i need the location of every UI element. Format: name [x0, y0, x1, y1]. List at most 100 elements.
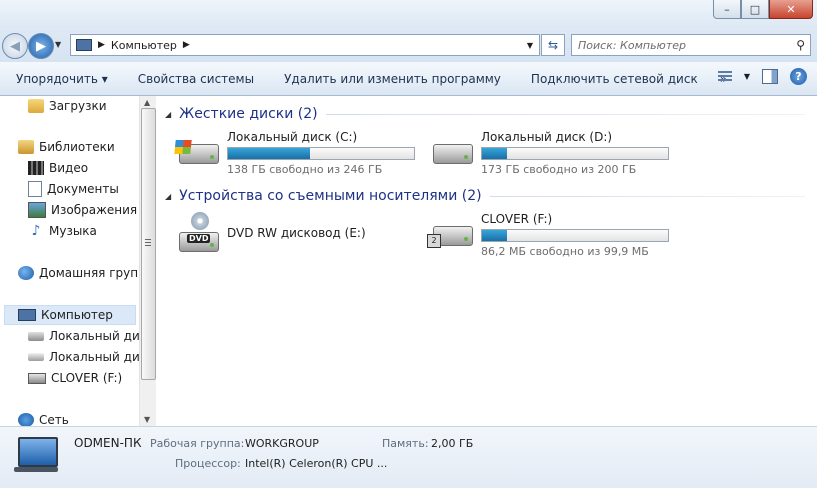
sidebar-item-label: Документы [47, 182, 119, 196]
recent-pages-dropdown[interactable]: ▼ [55, 40, 61, 49]
drive-usage-fill [228, 148, 310, 159]
map-network-drive-button[interactable]: Подключить сетевой диск [531, 72, 698, 86]
drive-usage-fill [482, 230, 508, 241]
network-icon [18, 413, 34, 427]
drive-item-c[interactable]: Локальный диск (C:) 138 ГБ свободно из 2… [173, 130, 415, 176]
breadcrumb-computer[interactable]: Компьютер [111, 39, 177, 52]
title-bar: – □ ✕ [0, 0, 817, 28]
documents-icon [28, 181, 42, 197]
sidebar-item-label: Компьютер [41, 308, 113, 322]
group-header-removable[interactable]: ◢ Устройства со съемными носителями (2) [165, 188, 805, 204]
sidebar-item-label: Локальный диск [49, 350, 154, 364]
grip-icon [145, 239, 151, 247]
sidebar-item-computer[interactable]: Компьютер [4, 305, 136, 325]
search-icon[interactable]: ⚲ [796, 38, 805, 52]
address-history-dropdown[interactable]: ▼ [527, 41, 533, 50]
group-header-hard-drives[interactable]: ◢ Жесткие диски (2) [165, 106, 805, 122]
forward-button[interactable]: ▶ [28, 33, 54, 59]
scroll-up-icon[interactable]: ▲ [144, 98, 150, 107]
drive-free-space: 138 ГБ свободно из 246 ГБ [227, 163, 383, 176]
sidebar-item-video[interactable]: Видео [28, 158, 88, 178]
navigation-bar: ◀ ▶ ▼ ▶ Компьютер ▶ ▼ ⇆ Поиск: Компьютер… [0, 28, 817, 62]
disc-icon [191, 212, 209, 230]
library-icon [18, 140, 34, 154]
search-input[interactable]: Поиск: Компьютер ⚲ [571, 34, 811, 56]
images-icon [28, 202, 46, 218]
workgroup-label: Рабочая группа: [150, 437, 245, 450]
arrow-right-icon: ▶ [36, 38, 46, 54]
computer-icon [18, 437, 58, 467]
address-bar[interactable]: ▶ Компьютер ▶ ▼ [70, 34, 540, 56]
scrollbar-thumb[interactable] [141, 108, 156, 380]
drive-free-space: 173 ГБ свободно из 200 ГБ [481, 163, 637, 176]
sidebar-scrollbar[interactable]: ▲ ▼ [139, 96, 156, 426]
collapse-caret-icon[interactable]: ◢ [165, 110, 171, 119]
sidebar-item-local-d[interactable]: Локальный диск [28, 347, 154, 367]
sidebar-item-downloads[interactable]: Загрузки [28, 96, 107, 116]
collapse-caret-icon[interactable]: ◢ [165, 192, 171, 201]
minimize-button[interactable]: – [713, 0, 741, 19]
computer-icon [76, 39, 92, 51]
sidebar-item-clover[interactable]: CLOVER (F:) [28, 368, 122, 388]
sidebar-item-music[interactable]: ♪ Музыка [28, 221, 97, 241]
group-title: Жесткие диски (2) [179, 106, 318, 122]
command-bar: Упорядочить ▾ Свойства системы Удалить и… [0, 62, 817, 96]
window-controls: – □ ✕ [713, 0, 813, 20]
group-divider [325, 113, 805, 115]
close-button[interactable]: ✕ [769, 0, 813, 19]
hard-drive-icon [28, 353, 44, 361]
help-icon[interactable]: ? [790, 68, 807, 85]
sidebar-item-images[interactable]: Изображения [28, 200, 137, 220]
system-drive-icon [173, 130, 221, 174]
drive-item-clover[interactable]: 2 CLOVER (F:) 86,2 МБ свободно из 99,9 М… [427, 212, 669, 258]
sidebar-item-label: Библиотеки [39, 140, 115, 154]
scroll-down-icon[interactable]: ▼ [144, 415, 150, 424]
drive-item-dvd[interactable]: DVD DVD RW дисковод (E:) [173, 212, 366, 256]
change-view-icon[interactable] [717, 70, 732, 83]
sidebar-item-label: Загрузки [49, 99, 107, 113]
sidebar-item-local-c[interactable]: Локальный диск [28, 326, 154, 346]
sidebar-item-label: CLOVER (F:) [51, 371, 123, 385]
computer-icon [18, 309, 36, 321]
navigation-pane: Загрузки Библиотеки Видео Документы Изоб… [0, 96, 154, 427]
sidebar-item-label: Изображения [51, 203, 138, 217]
drive-usage-bar [481, 147, 669, 160]
drive-usage-fill [482, 148, 508, 159]
dvd-drive-icon: DVD [173, 212, 221, 256]
processor-label: Процессор: [175, 457, 241, 470]
details-pane: ODMEN-ПК Рабочая группа: WORKGROUP Памят… [0, 426, 817, 488]
back-button[interactable]: ◀ [2, 33, 28, 59]
group-divider [489, 195, 805, 197]
sidebar-item-homegroup[interactable]: Домашняя группа [18, 263, 153, 283]
folder-icon [28, 99, 44, 113]
hard-drive-icon [427, 130, 475, 174]
computer-stand-icon [14, 467, 58, 472]
sidebar-item-label: Сеть [39, 413, 69, 427]
drive-name: Локальный диск (D:) [481, 130, 613, 144]
homegroup-icon [18, 266, 34, 280]
sidebar-item-libraries[interactable]: Библиотеки [18, 137, 115, 157]
uninstall-program-button[interactable]: Удалить или изменить программу [284, 72, 501, 86]
sidebar-item-documents[interactable]: Документы [28, 179, 119, 199]
music-icon: ♪ [31, 223, 41, 239]
maximize-button[interactable]: □ [741, 0, 769, 19]
drive-name: Локальный диск (C:) [227, 130, 358, 144]
chevron-right-icon[interactable]: ▶ [98, 40, 105, 50]
chevron-right-icon[interactable]: ▶ [183, 40, 190, 50]
removable-drive-icon [28, 372, 46, 384]
drive-name: CLOVER (F:) [481, 212, 553, 226]
view-options-dropdown[interactable]: ▼ [744, 72, 750, 81]
search-placeholder: Поиск: Компьютер [578, 38, 686, 52]
sidebar-item-label: Локальный диск [49, 329, 154, 343]
refresh-button[interactable]: ⇆ [541, 34, 565, 56]
drive-item-d[interactable]: Локальный диск (D:) 173 ГБ свободно из 2… [427, 130, 669, 176]
organize-button[interactable]: Упорядочить ▾ [16, 72, 108, 86]
drive-badge-icon: 2 [427, 234, 441, 248]
preview-pane-icon[interactable] [762, 69, 778, 84]
sidebar-item-label: Музыка [49, 224, 97, 238]
system-properties-button[interactable]: Свойства системы [138, 72, 254, 86]
workgroup-value: WORKGROUP [245, 437, 319, 450]
hard-drive-icon [28, 331, 44, 341]
sidebar-item-label: Домашняя группа [39, 266, 154, 280]
arrow-left-icon: ◀ [10, 38, 20, 54]
